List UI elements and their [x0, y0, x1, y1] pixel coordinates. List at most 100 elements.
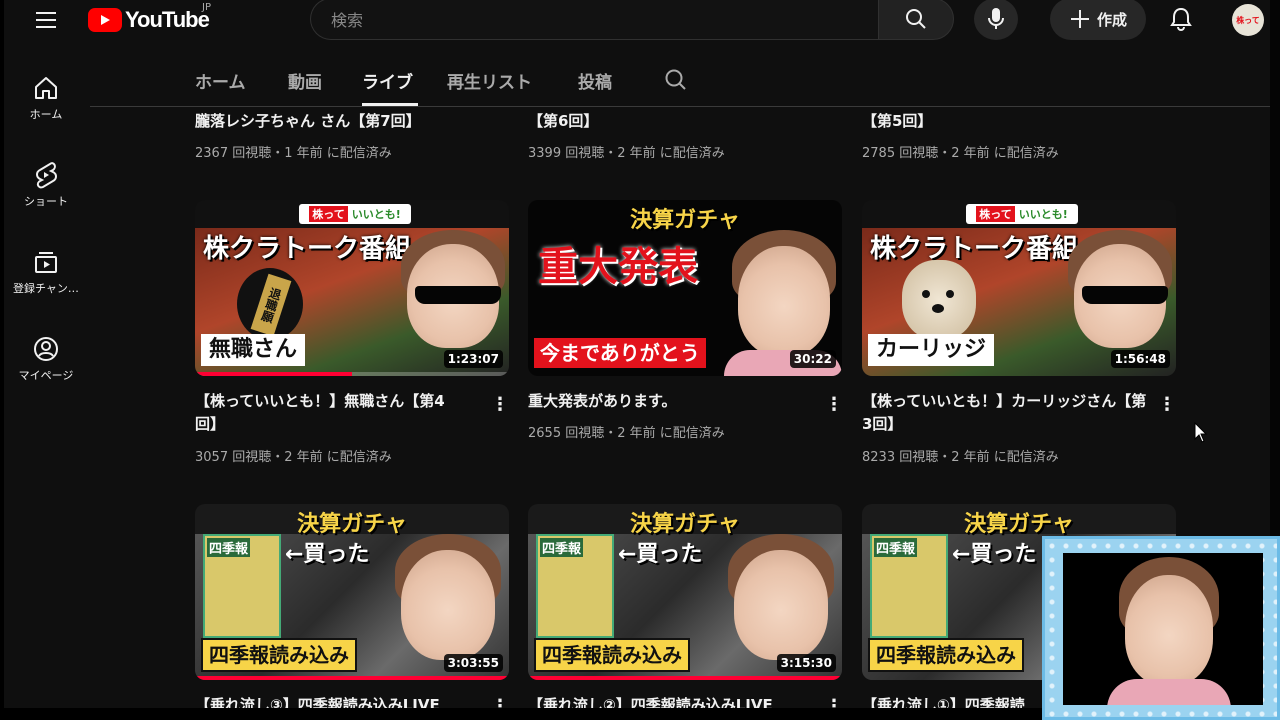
tab-home[interactable]: ホーム — [195, 68, 246, 93]
menu-button[interactable] — [30, 6, 62, 34]
sunglasses — [415, 286, 501, 304]
child-face — [738, 246, 830, 356]
tabs-divider — [90, 106, 1270, 107]
child-face — [1125, 575, 1213, 685]
youtube-logo[interactable]: YouTube — [88, 6, 210, 34]
video-duration: 30:22 — [789, 350, 836, 368]
sidebar-item-label: 登録チャン… — [13, 282, 79, 295]
video-duration: 1:23:07 — [443, 350, 503, 368]
dog-illustration — [902, 260, 976, 340]
thumbnail-caption-bought: ←買った — [618, 542, 703, 567]
video-title[interactable]: 【第5回】 — [862, 110, 932, 133]
thumbnail-caption-bottom: 今までありがとう — [534, 338, 706, 368]
thumbnail-caption-bottom: 四季報読み込み — [534, 638, 690, 672]
channel-search-button[interactable] — [664, 68, 688, 96]
thumbnail-caption-top: 決算ガチャ — [630, 208, 740, 233]
thumbnail-caption-bottom: カーリッジ — [868, 334, 995, 366]
tab-posts[interactable]: 投稿 — [578, 68, 612, 93]
kebab-icon: ⋮ — [1158, 393, 1176, 415]
picture-in-picture-overlay[interactable] — [1042, 536, 1280, 720]
sidebar-item-subscriptions[interactable]: 登録チャン… — [4, 248, 88, 296]
resignation-sign-text: 退職願 — [250, 273, 292, 337]
voice-search-button[interactable] — [974, 0, 1018, 40]
sidebar-item-label: ショート — [24, 195, 68, 208]
resignation-sign: 退職願 — [237, 268, 303, 340]
show-logo: 株って いいとも! — [299, 204, 411, 224]
pip-video — [1063, 553, 1263, 705]
avatar-badge-text: 株って — [1236, 15, 1260, 25]
hamburger-icon — [36, 12, 56, 28]
play-logo-icon — [88, 8, 122, 32]
account-avatar[interactable]: 株って — [1232, 4, 1264, 36]
video-duration: 3:03:55 — [443, 654, 503, 672]
sidebar-item-label: マイページ — [18, 369, 74, 382]
more-options-button[interactable]: ⋮ — [490, 392, 510, 416]
shikiho-book: 四季報 — [536, 534, 614, 638]
video-meta: 3399 回視聴・2 年前 に配信済み — [528, 146, 725, 161]
region-code: JP — [202, 2, 211, 13]
home-icon — [35, 77, 57, 99]
watch-progress — [195, 676, 509, 680]
cursor-arrow-icon — [1194, 421, 1208, 443]
thumbnail-caption-bottom: 四季報読み込み — [201, 638, 357, 672]
thumbnail-caption-top: 株クラトーク番組 — [203, 234, 412, 264]
plus-icon — [1070, 10, 1089, 28]
tab-videos[interactable]: 動画 — [288, 68, 322, 93]
shorts-icon — [36, 162, 57, 189]
profile-icon — [34, 337, 58, 361]
video-thumbnail[interactable]: 株って いいとも! 株クラトーク番組 カーリッジ 1:56:48 — [862, 200, 1176, 376]
notifications-button[interactable] — [1160, 0, 1202, 40]
brand-name: YouTube — [125, 7, 210, 32]
sidebar-item-home[interactable]: ホーム — [4, 74, 88, 122]
kebab-icon: ⋮ — [491, 393, 509, 415]
sunglasses — [1082, 286, 1168, 304]
video-meta: 8233 回視聴・2 年前 に配信済み — [862, 450, 1059, 465]
video-thumbnail[interactable]: 決算ガチャ 四季報 ←買った 四季報読み込み 3:03:55 — [195, 504, 509, 680]
tab-live[interactable]: ライブ — [362, 68, 413, 93]
shikiho-book-title: 四季報 — [874, 538, 918, 557]
more-options-button[interactable]: ⋮ — [824, 392, 844, 416]
sidebar-item-profile[interactable]: マイページ — [4, 335, 88, 383]
sidebar-item-label: ホーム — [29, 108, 63, 121]
search-icon — [906, 9, 926, 29]
video-thumbnail[interactable]: 決算ガチャ 四季報 ←買った 四季報読み込み 3:15:30 — [528, 504, 842, 680]
video-title[interactable]: 重大発表があります。 — [528, 390, 798, 413]
subscriptions-icon — [35, 252, 57, 273]
video-title[interactable]: 【株っていいとも！】無職さん【第4回】 — [195, 390, 465, 436]
child-shirt — [1107, 679, 1231, 705]
bell-icon — [1170, 7, 1192, 31]
shikiho-book-title: 四季報 — [540, 538, 584, 557]
shikiho-book: 四季報 — [203, 534, 281, 638]
sidebar-item-shorts[interactable]: ショート — [4, 161, 88, 209]
search-input[interactable] — [329, 7, 853, 33]
create-button[interactable]: 作成 — [1050, 0, 1146, 40]
thumbnail-caption-bottom: 無職さん — [201, 334, 306, 366]
video-duration: 1:56:48 — [1110, 350, 1170, 368]
mouse-cursor — [1194, 421, 1208, 448]
watch-progress — [195, 372, 352, 376]
kebab-icon: ⋮ — [825, 393, 843, 415]
thumbnail-caption-top: 株クラトーク番組 — [870, 234, 1079, 264]
video-meta: 2367 回視聴・1 年前 に配信済み — [195, 146, 392, 161]
child-face — [734, 550, 828, 660]
thumbnail-caption-bought: ←買った — [285, 542, 370, 567]
video-title[interactable]: 【株っていいとも！】カーリッジさん【第3回】 — [862, 390, 1152, 436]
watch-progress — [528, 676, 842, 680]
search-button[interactable] — [878, 0, 954, 40]
video-thumbnail[interactable]: 株って いいとも! 株クラトーク番組 退職願 無職さん 1:23:07 — [195, 200, 509, 376]
tab-playlists[interactable]: 再生リスト — [447, 68, 532, 93]
shikiho-book: 四季報 — [870, 534, 948, 638]
video-thumbnail[interactable]: 決算ガチャ 重大発表 今までありがとう 30:22 — [528, 200, 842, 376]
video-meta: 2655 回視聴・2 年前 に配信済み — [528, 426, 725, 441]
video-meta: 2785 回視聴・2 年前 に配信済み — [862, 146, 1059, 161]
search-box[interactable] — [310, 0, 878, 40]
video-title[interactable]: 【第6回】 — [528, 110, 598, 133]
video-title[interactable]: 朧落レシ子ちゃん さん【第7回】 — [195, 110, 421, 133]
shikiho-book-title: 四季報 — [207, 538, 251, 557]
show-logo: 株って いいとも! — [966, 204, 1078, 224]
more-options-button[interactable]: ⋮ — [1157, 392, 1177, 416]
create-label: 作成 — [1096, 10, 1127, 29]
thumbnail-caption-bought: ←買った — [952, 542, 1037, 567]
thumbnail-headline: 重大発表 — [538, 244, 698, 290]
video-duration: 3:15:30 — [776, 654, 836, 672]
